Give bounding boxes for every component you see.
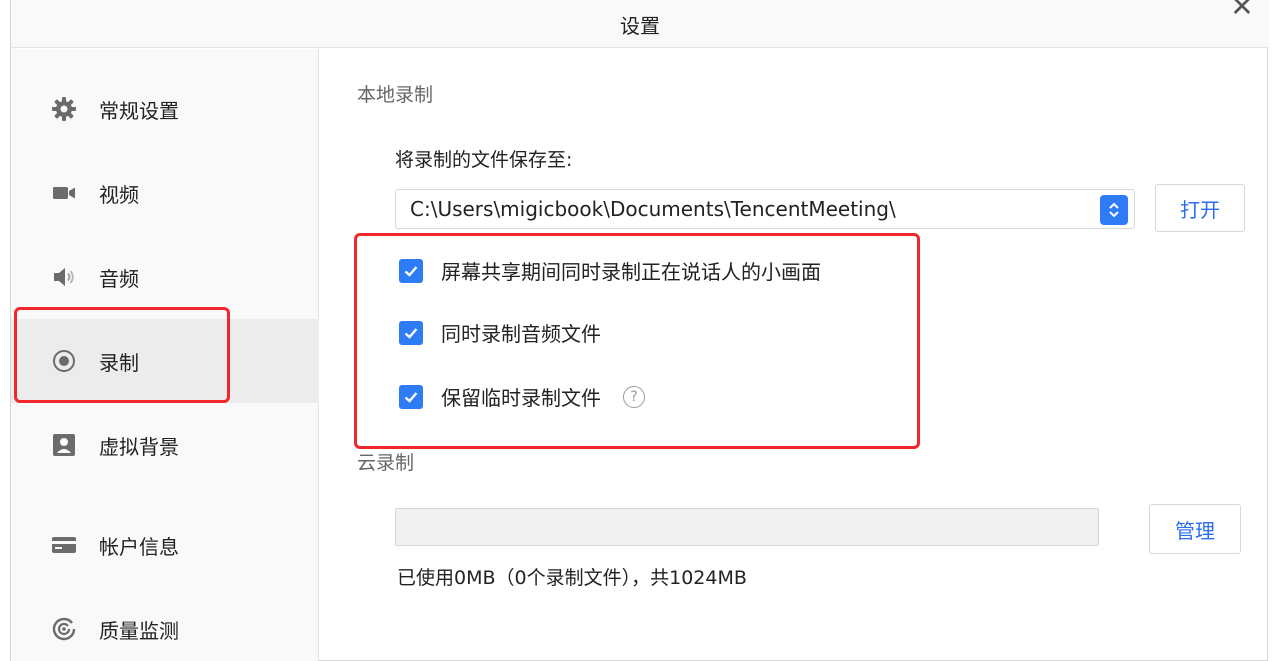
- record-icon: [51, 348, 77, 374]
- option-label: 保留临时录制文件: [441, 386, 601, 410]
- sidebar-item-label: 帐户信息: [99, 534, 179, 559]
- window-title: 设置: [620, 14, 660, 38]
- checkbox-checked-icon[interactable]: [399, 384, 423, 409]
- sidebar-item-label: 录制: [99, 350, 139, 375]
- cloud-usage-text: 已使用0MB（0个录制文件），共1024MB: [397, 567, 747, 589]
- sidebar-item-recording[interactable]: 录制: [11, 319, 319, 403]
- sidebar-item-label: 质量监测: [99, 618, 179, 643]
- sidebar-item-general[interactable]: 常规设置: [11, 67, 319, 151]
- sidebar-item-label: 视频: [99, 182, 139, 207]
- local-recording-title: 本地录制: [357, 84, 434, 106]
- save-path-select[interactable]: C:\Users\migicbook\Documents\TencentMeet…: [395, 189, 1135, 229]
- sidebar-item-label: 虚拟背景: [99, 434, 179, 459]
- save-path-value: C:\Users\migicbook\Documents\TencentMeet…: [410, 197, 896, 221]
- option-record-speaker-thumbnail[interactable]: 屏幕共享期间同时录制正在说话人的小画面: [399, 256, 821, 285]
- cloud-storage-usage-bar: [395, 508, 1099, 546]
- sidebar-item-label: 常规设置: [99, 98, 179, 123]
- speaker-icon: [51, 264, 77, 290]
- checkbox-checked-icon[interactable]: [399, 320, 423, 345]
- sidebar-item-audio[interactable]: 音频: [11, 235, 319, 319]
- chevron-up-down-icon[interactable]: [1100, 195, 1128, 225]
- sidebar-item-virtual-background[interactable]: 虚拟背景: [11, 403, 319, 487]
- sidebar-item-video[interactable]: 视频: [11, 151, 319, 235]
- settings-sidebar: 常规设置 视频 音频 录制 虚拟背景 帐户信息 质量监测: [11, 49, 319, 661]
- option-label: 屏幕共享期间同时录制正在说话人的小画面: [441, 260, 821, 284]
- title-bar: 设置 ✕: [11, 0, 1269, 48]
- option-label: 同时录制音频文件: [441, 322, 601, 346]
- sidebar-item-account[interactable]: 帐户信息: [11, 503, 319, 587]
- sidebar-item-quality[interactable]: 质量监测: [11, 587, 319, 661]
- gauge-icon: [51, 616, 77, 642]
- option-record-audio-file[interactable]: 同时录制音频文件: [399, 318, 601, 347]
- save-to-label: 将录制的文件保存至:: [395, 149, 573, 171]
- gear-icon: [51, 96, 77, 122]
- sidebar-item-label: 音频: [99, 266, 139, 291]
- card-icon: [51, 532, 77, 558]
- video-camera-icon: [51, 180, 77, 206]
- option-keep-temp-files[interactable]: 保留临时录制文件 ?: [399, 382, 645, 411]
- cloud-recording-title: 云录制: [357, 452, 415, 474]
- manage-button[interactable]: 管理: [1149, 504, 1241, 554]
- settings-window: 设置 ✕ 常规设置 视频 音频 录制 虚拟背景 帐户信息 质量监测 本地录制 将…: [10, 0, 1269, 661]
- person-portrait-icon: [51, 432, 77, 458]
- close-icon[interactable]: ✕: [1227, 0, 1257, 22]
- help-icon[interactable]: ?: [623, 385, 645, 408]
- checkbox-checked-icon[interactable]: [399, 258, 423, 283]
- open-folder-button[interactable]: 打开: [1155, 184, 1245, 232]
